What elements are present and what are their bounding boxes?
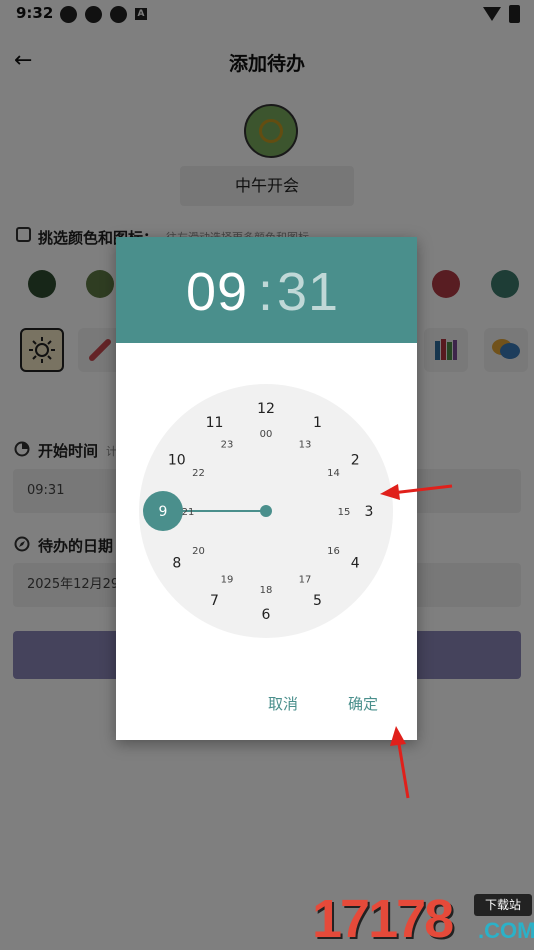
watermark-badge: 下载站	[474, 894, 532, 916]
watermark-logo: 17178 下载站 .COM	[312, 888, 534, 949]
watermark-com: .COM	[478, 918, 534, 943]
red-arrow-icon	[390, 726, 410, 799]
watermark-digits: 17178	[312, 889, 454, 949]
red-arrow-icon	[380, 484, 453, 500]
annotation-arrows	[380, 484, 453, 799]
